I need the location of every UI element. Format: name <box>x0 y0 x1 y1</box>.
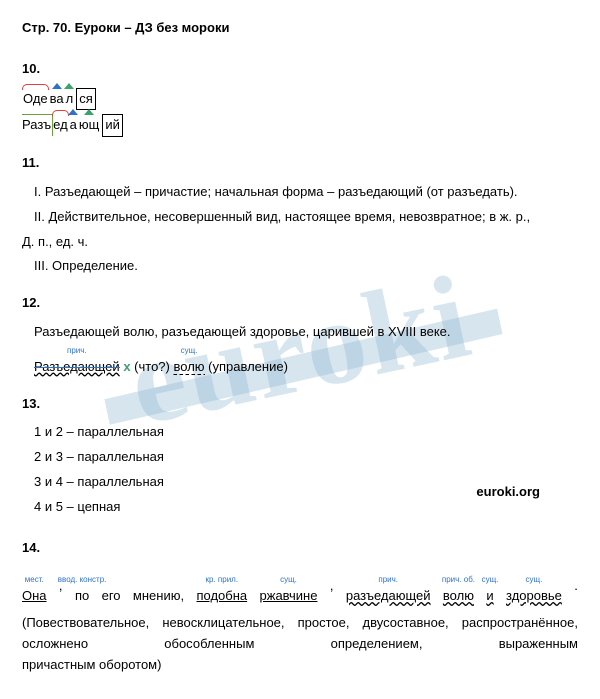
word-razedayushchei: разъедающей <box>346 588 431 603</box>
section-11-line: Д. п., ед. ч. <box>22 232 578 253</box>
section-10-word-1: Одевался <box>22 88 578 111</box>
section-11-line: III. Определение. <box>22 256 578 277</box>
pos-label: сущ. <box>482 574 499 587</box>
dot: . <box>574 576 578 607</box>
suffix-segment: ющ <box>78 115 100 136</box>
paren-word: выраженным <box>499 634 578 655</box>
pos-label: прич. <box>67 345 87 358</box>
word-po: по <box>75 588 89 603</box>
word-podobna: подобна <box>196 588 247 603</box>
labeled-word: сущ. волю <box>173 347 204 378</box>
section-13-row: 4 и 5 – цепная <box>34 497 294 518</box>
tail-text: (управление) <box>208 359 288 374</box>
section-10-num: 10. <box>22 59 578 80</box>
word-ego: его <box>102 588 121 603</box>
pos-label: прич. <box>378 574 398 587</box>
paren-word: невосклицательное, <box>162 613 284 634</box>
section-12-line: Разъедающей волю, разъедающей здоровье, … <box>22 322 578 343</box>
word-zdorove: здоровье <box>506 588 562 603</box>
section-14-sentence: мест.Она, ввод. констр.по его мнению, кр… <box>22 566 578 607</box>
ending-segment: ся <box>76 88 96 111</box>
pos-label: мест. <box>25 574 44 587</box>
paren-word: причастным оборотом) <box>22 655 578 676</box>
section-14-paren: (Повествовательное, невосклицательное, п… <box>22 613 578 655</box>
section-11-num: 11. <box>22 153 578 174</box>
pos-label: сущ. <box>526 574 543 587</box>
noun-word: волю <box>173 359 204 375</box>
section-13-row: 3 и 4 – параллельная <box>34 472 294 493</box>
paren-word: обособленным <box>164 634 254 655</box>
page-title: Стр. 70. Еуроки – ДЗ без мороки <box>22 18 578 39</box>
pos-label: сущ. <box>280 574 297 587</box>
root-segment: Оде <box>22 89 49 110</box>
suffix-segment: ва <box>49 89 65 110</box>
paren-word: распространённое, <box>462 613 578 634</box>
word-rzhavchine: ржавчине <box>260 588 318 603</box>
section-10-word-2: Разъедающий <box>22 114 578 137</box>
page-content: Стр. 70. Еуроки – ДЗ без мороки 10. Одев… <box>22 18 578 676</box>
word-i: и <box>486 588 493 603</box>
word-mneniyu: мнению, <box>133 588 184 603</box>
labeled-word: прич. Разъедающей <box>34 347 120 378</box>
brand-text: euroki.org <box>476 482 540 503</box>
dependency-x: х <box>123 359 130 374</box>
comma: , <box>330 576 334 607</box>
participle-word: Разъедающей <box>34 359 120 374</box>
word-ona: Она <box>22 588 47 603</box>
section-13-num: 13. <box>22 394 578 415</box>
prefix-segment: Разъ <box>22 114 53 136</box>
paren-word: простое, <box>298 613 350 634</box>
section-13-row: 2 и 3 – параллельная <box>34 447 294 468</box>
question-text: (что?) <box>134 359 173 374</box>
pos-label: прич. об. <box>442 574 475 587</box>
section-12-num: 12. <box>22 293 578 314</box>
pos-label: ввод. констр. <box>58 574 107 587</box>
section-13-row: 1 и 2 – параллельная <box>34 422 294 443</box>
root-segment: ед <box>52 115 69 136</box>
section-12-phrase: прич. Разъедающей х (что?) сущ. волю (уп… <box>22 347 578 378</box>
pos-label: кр. прил. <box>206 574 239 587</box>
section-11-line: II. Действительное, несовершенный вид, н… <box>22 207 578 228</box>
paren-word: (Повествовательное, <box>22 613 149 634</box>
suffix-segment: а <box>69 115 78 136</box>
paren-word: определением, <box>331 634 423 655</box>
section-11-line: I. Разъедающей – причастие; начальная фо… <box>22 182 578 203</box>
pos-label: сущ. <box>181 345 198 358</box>
paren-word: осложнено <box>22 634 88 655</box>
section-14-num: 14. <box>22 538 578 559</box>
word-volyu: волю <box>443 588 474 603</box>
suffix-segment: л <box>65 89 75 110</box>
paren-word: двусоставное, <box>363 613 449 634</box>
ending-segment: ий <box>102 114 123 137</box>
